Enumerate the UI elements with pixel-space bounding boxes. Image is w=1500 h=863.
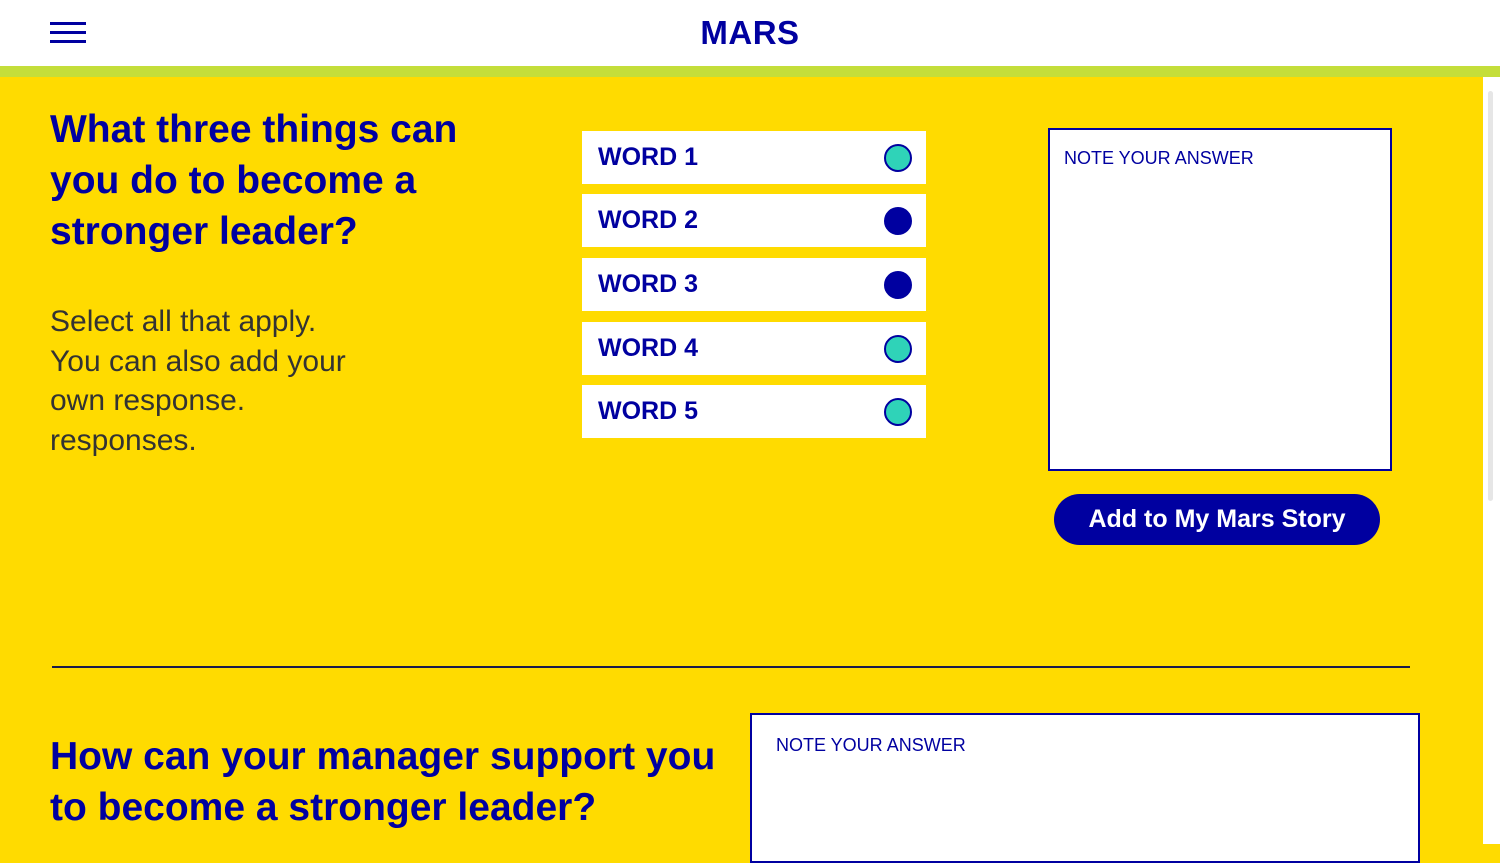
option-word-5[interactable]: WORD 5 [582, 385, 926, 438]
radio-circle-icon[interactable] [884, 271, 912, 299]
radio-circle-icon[interactable] [884, 144, 912, 172]
note-answer-input-1[interactable] [1048, 128, 1392, 471]
radio-circle-icon[interactable] [884, 398, 912, 426]
option-word-4[interactable]: WORD 4 [582, 322, 926, 375]
option-label: WORD 2 [598, 206, 698, 234]
option-word-3[interactable]: WORD 3 [582, 258, 926, 311]
hamburger-menu-icon[interactable] [50, 22, 86, 44]
scrollbar[interactable] [1483, 77, 1500, 844]
note-answer-input-2[interactable] [750, 713, 1420, 863]
accent-bar [0, 66, 1500, 77]
option-word-1[interactable]: WORD 1 [582, 131, 926, 184]
question-1-title: What three things can you do to become a… [50, 108, 458, 253]
option-label: WORD 3 [598, 270, 698, 298]
option-label: WORD 1 [598, 143, 698, 171]
option-label: WORD 5 [598, 397, 698, 425]
menu-line [50, 22, 86, 25]
menu-line [50, 31, 86, 34]
radio-circle-icon[interactable] [884, 335, 912, 363]
scrollbar-thumb[interactable] [1488, 91, 1493, 501]
option-label: WORD 4 [598, 334, 698, 362]
mars-logo: MARS [700, 14, 800, 51]
section-divider [52, 666, 1410, 668]
menu-line [50, 40, 86, 43]
option-word-2[interactable]: WORD 2 [582, 194, 926, 247]
top-header: MARS [0, 0, 1500, 66]
add-to-story-button[interactable]: Add to My Mars Story [1054, 494, 1380, 545]
radio-circle-icon[interactable] [884, 207, 912, 235]
question-1-instructions: Select all that apply. You can also add … [50, 305, 346, 457]
question-2-title: How can your manager support you to beco… [50, 735, 716, 829]
